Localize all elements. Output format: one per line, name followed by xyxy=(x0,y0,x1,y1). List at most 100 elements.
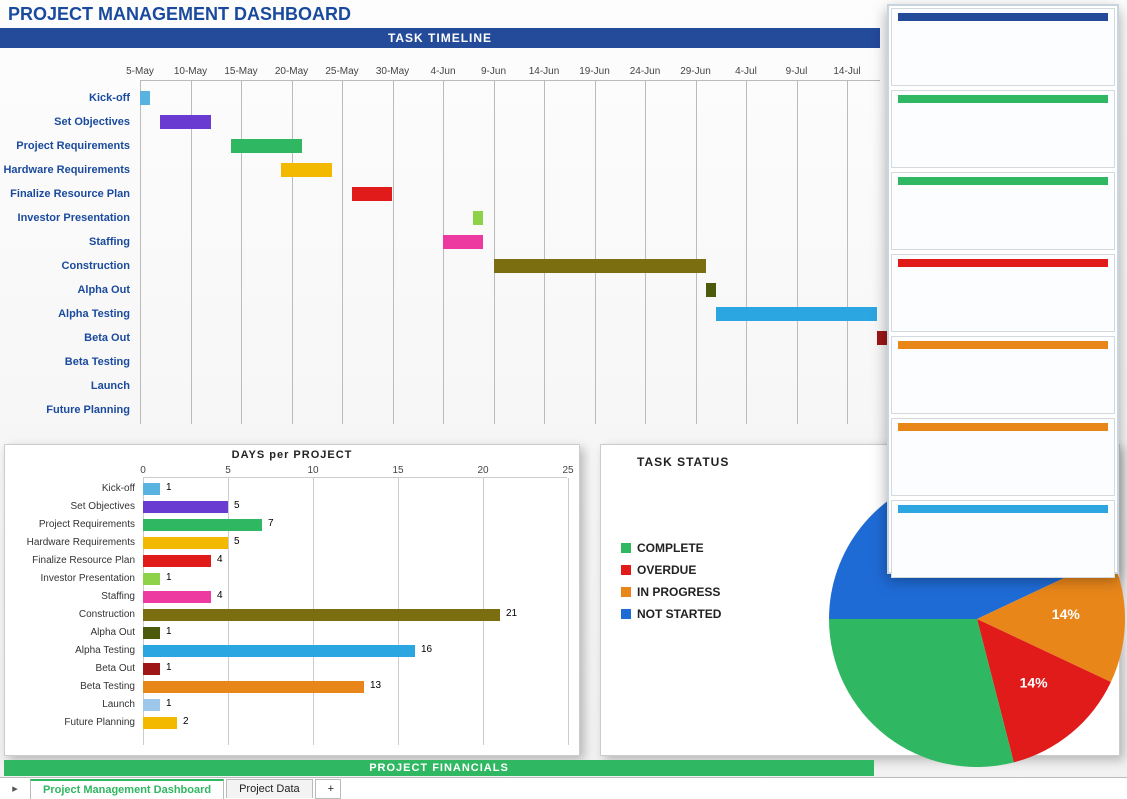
financials-band: PROJECT FINANCIALS xyxy=(4,760,874,776)
gantt-xtick: 25-May xyxy=(325,66,358,77)
gantt-xtick: 4-Jun xyxy=(430,66,455,77)
days-bar xyxy=(143,591,211,603)
days-row-label: Kick-off xyxy=(5,483,135,494)
days-bar xyxy=(143,609,500,621)
gantt-bar xyxy=(443,235,483,249)
days-xtick: 25 xyxy=(562,465,573,476)
days-title: DAYS per PROJECT xyxy=(5,449,579,461)
gantt-bar xyxy=(140,91,150,105)
days-value: 13 xyxy=(370,680,381,691)
days-value: 1 xyxy=(166,626,172,637)
sheet-tabs[interactable]: ▸ Project Management Dashboard Project D… xyxy=(0,777,1127,799)
days-row-label: Alpha Testing xyxy=(5,645,135,656)
gantt-task-label: Hardware Requirements xyxy=(0,164,130,176)
days-row-label: Set Objectives xyxy=(5,501,135,512)
gantt-task-label: Alpha Out xyxy=(0,284,130,296)
days-value: 1 xyxy=(166,482,172,493)
page-title: PROJECT MANAGEMENT DASHBOARD xyxy=(8,4,351,25)
tabs-prev-icon[interactable]: ▸ xyxy=(0,782,30,795)
days-value: 7 xyxy=(268,518,274,529)
gantt-xtick: 15-May xyxy=(224,66,257,77)
days-value: 4 xyxy=(217,590,223,601)
pie-label: 14% xyxy=(1020,674,1049,690)
days-bar xyxy=(143,555,211,567)
gantt-task-label: Investor Presentation xyxy=(0,212,130,224)
nav-thumbnails[interactable] xyxy=(887,4,1119,574)
tab-dashboard[interactable]: Project Management Dashboard xyxy=(30,779,224,799)
days-value: 2 xyxy=(183,716,189,727)
legend-swatch xyxy=(621,565,631,575)
thumbnail[interactable] xyxy=(891,500,1115,578)
gantt-bar xyxy=(281,163,332,177)
days-xtick: 15 xyxy=(392,465,403,476)
gantt-chart: 5-May 10-May 15-May 20-May 25-May 30-May 4-Jun… xyxy=(0,48,880,434)
gantt-task-label: Staffing xyxy=(0,236,130,248)
thumbnail[interactable] xyxy=(891,8,1115,86)
days-per-project-chart: DAYS per PROJECT 0510152025 Kick-off1Set… xyxy=(4,444,580,756)
legend-item: OVERDUE xyxy=(621,559,721,581)
days-bar xyxy=(143,717,177,729)
gantt-task-label: Beta Out xyxy=(0,332,130,344)
days-xtick: 20 xyxy=(477,465,488,476)
days-row-label: Hardware Requirements xyxy=(5,537,135,548)
days-row-label: Finalize Resource Plan xyxy=(5,555,135,566)
gantt-xtick: 9-Jul xyxy=(786,66,808,77)
gantt-bar xyxy=(231,139,302,153)
gantt-xtick: 9-Jun xyxy=(481,66,506,77)
days-bar xyxy=(143,645,415,657)
days-bar xyxy=(143,663,160,675)
gantt-task-label: Future Planning xyxy=(0,404,130,416)
gantt-bar xyxy=(160,115,211,129)
gantt-xtick: 20-May xyxy=(275,66,308,77)
days-bar xyxy=(143,537,228,549)
thumbnail[interactable] xyxy=(891,90,1115,168)
legend-swatch xyxy=(621,609,631,619)
gantt-task-label: Finalize Resource Plan xyxy=(0,188,130,200)
days-value: 5 xyxy=(234,536,240,547)
days-row-label: Investor Presentation xyxy=(5,573,135,584)
gantt-task-label: Launch xyxy=(0,380,130,392)
gantt-xtick: 5-May xyxy=(126,66,154,77)
gantt-bar xyxy=(352,187,392,201)
legend-swatch xyxy=(621,543,631,553)
gantt-xtick: 14-Jun xyxy=(529,66,560,77)
days-row-label: Beta Out xyxy=(5,663,135,674)
legend-item: NOT STARTED xyxy=(621,603,721,625)
days-bar xyxy=(143,483,160,495)
days-value: 4 xyxy=(217,554,223,565)
legend-item: IN PROGRESS xyxy=(621,581,721,603)
days-bar xyxy=(143,519,262,531)
gantt-xtick: 4-Jul xyxy=(735,66,757,77)
gantt-xtick: 30-May xyxy=(376,66,409,77)
days-bar xyxy=(143,501,228,513)
thumbnail[interactable] xyxy=(891,418,1115,496)
gantt-task-label: Kick-off xyxy=(0,92,130,104)
tab-add[interactable]: + xyxy=(315,779,341,799)
gantt-task-label: Construction xyxy=(0,260,130,272)
days-bar xyxy=(143,681,364,693)
days-value: 16 xyxy=(421,644,432,655)
gantt-xtick: 10-May xyxy=(174,66,207,77)
gantt-xtick: 29-Jun xyxy=(680,66,711,77)
days-row-label: Beta Testing xyxy=(5,681,135,692)
days-row-label: Staffing xyxy=(5,591,135,602)
thumbnail[interactable] xyxy=(891,172,1115,250)
days-value: 21 xyxy=(506,608,517,619)
gantt-task-label: Alpha Testing xyxy=(0,308,130,320)
days-row-label: Project Requirements xyxy=(5,519,135,530)
days-row-label: Alpha Out xyxy=(5,627,135,638)
thumbnail[interactable] xyxy=(891,336,1115,414)
days-value: 1 xyxy=(166,572,172,583)
gantt-task-label: Beta Testing xyxy=(0,356,130,368)
days-bar xyxy=(143,627,160,639)
legend-label: OVERDUE xyxy=(637,563,696,577)
tab-project-data[interactable]: Project Data xyxy=(226,779,313,798)
gantt-xtick: 19-Jun xyxy=(579,66,610,77)
days-row-label: Construction xyxy=(5,609,135,620)
timeline-band: TASK TIMELINE xyxy=(0,28,880,48)
days-value: 1 xyxy=(166,662,172,673)
gantt-bar xyxy=(706,283,716,297)
thumbnail[interactable] xyxy=(891,254,1115,332)
days-xtick: 10 xyxy=(307,465,318,476)
gantt-bar xyxy=(877,331,887,345)
